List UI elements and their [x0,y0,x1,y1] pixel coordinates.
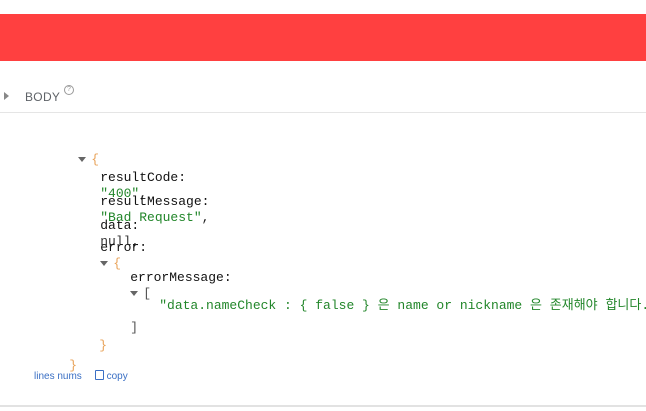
json-row-resultMessage: resultMessage: "Bad Request", [69,178,209,225]
copy-button[interactable]: copy [94,370,128,382]
comma: , [201,210,210,225]
bottom-divider [0,405,646,407]
json-row-resultCode: resultCode: "400", [69,154,186,201]
json-row-errorMessage-item: "data.nameCheck : { false } 은 name or ni… [128,282,646,313]
top-gap [0,0,646,14]
json-footer: lines nums copy [34,370,128,382]
divider [0,112,646,113]
body-section-header[interactable]: BODY ? [0,82,646,112]
json-row-errorMessage: errorMessage: [ [99,254,232,301]
copy-label: copy [106,371,128,382]
array-close-line: ] [99,304,138,335]
root-open-line: { [47,136,99,167]
status-banner [0,14,646,61]
json-value: "data.nameCheck : { false } 은 name or ni… [159,298,646,313]
copy-icon [94,370,104,380]
json-row-error: error: { [69,224,147,271]
json-row-data: data: null, [69,202,139,249]
error-close-brace: } [99,338,108,353]
line-numbers-toggle[interactable]: lines nums [34,371,82,382]
body-label: BODY [25,90,61,104]
error-close-line: } [68,322,107,353]
array-close-bracket: ] [130,320,139,335]
json-key: error: [100,240,148,255]
root-close-line: } [38,342,77,373]
expand-arrow-icon[interactable] [4,92,9,100]
help-icon[interactable]: ? [64,85,74,95]
